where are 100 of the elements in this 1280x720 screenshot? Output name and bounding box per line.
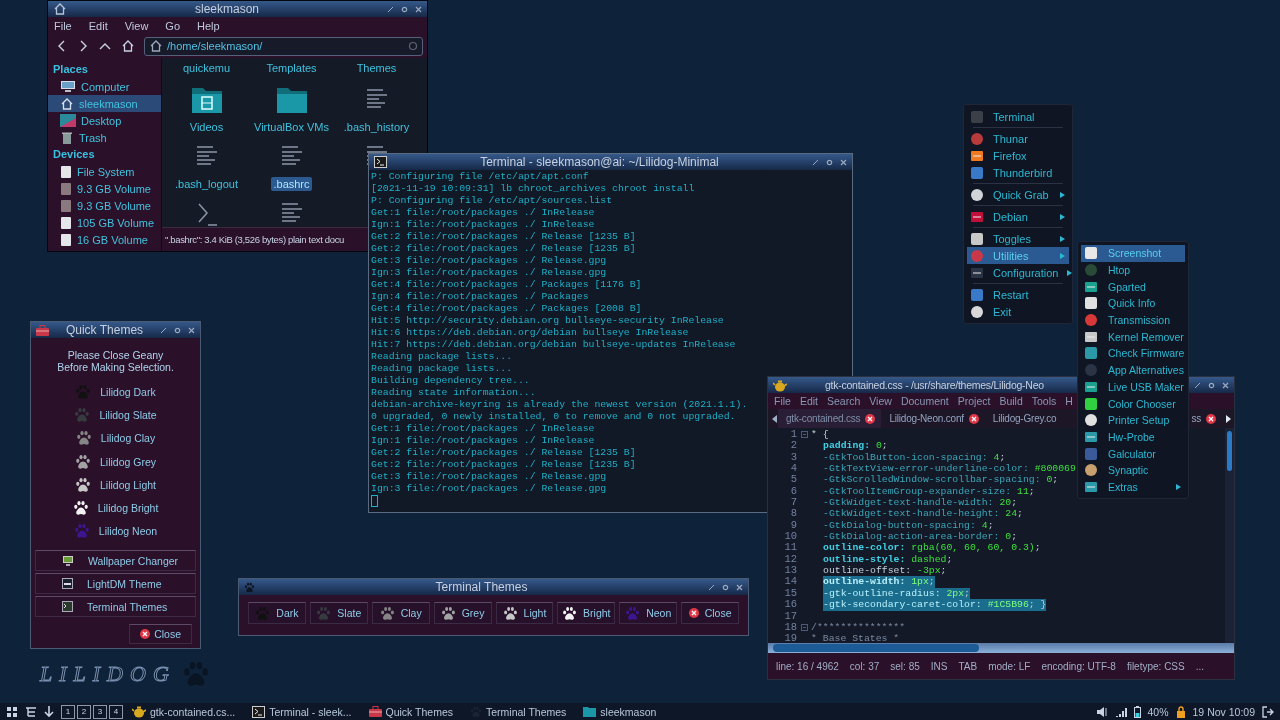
file-name[interactable]: .bash_logout <box>173 177 240 191</box>
file-name[interactable]: .bash_history <box>341 120 412 134</box>
menu-item[interactable]: Edit <box>88 19 108 32</box>
menu-item[interactable]: Utilities <box>967 247 1069 264</box>
tool-button[interactable]: Wallpaper Changer <box>35 550 196 572</box>
menu-item[interactable]: Transmission <box>1081 311 1185 329</box>
menu-item[interactable]: Synaptic <box>1081 461 1185 479</box>
menu-item[interactable]: Edit <box>799 395 818 407</box>
task-button[interactable]: gtk-contained.cs... <box>130 705 244 718</box>
menu-item[interactable]: Restart <box>967 286 1069 303</box>
menu-item[interactable]: Extras <box>1081 478 1185 496</box>
terminal-line: Get:2 file:/root/packages ./ Release [1235 B] <box>371 459 636 471</box>
theme-button[interactable]: Light <box>495 602 554 624</box>
menu-item[interactable]: File <box>774 395 791 407</box>
editor-tab[interactable]: Lilidog-Grey.co <box>984 409 1057 428</box>
clock-text[interactable]: 19 Nov 10:09 <box>1192 705 1255 718</box>
menu-item[interactable]: Quick Info <box>1081 295 1185 312</box>
menu-item[interactable]: Quick Grab <box>967 186 1069 203</box>
sidebar-item[interactable]: File System <box>48 163 161 180</box>
menu-item[interactable]: Thunderbird <box>967 164 1069 181</box>
task-button[interactable]: Quick Themes <box>366 705 461 718</box>
menu-item[interactable]: Printer Setup <box>1081 411 1185 429</box>
editor-tab[interactable]: ss <box>1191 409 1222 428</box>
theme-option[interactable]: Lilidog Bright <box>72 496 159 520</box>
menu-item[interactable]: Screenshot <box>1081 245 1185 262</box>
terminal-line: Get:4 file:/root/packages ./ Packages [2008 B] <box>371 303 642 315</box>
menu-item[interactable]: Debian <box>967 208 1069 225</box>
theme-option[interactable]: Lilidog Dark <box>75 380 156 404</box>
file-name[interactable]: Videos <box>187 120 226 134</box>
task-button[interactable]: Terminal - sleek... <box>250 705 360 718</box>
menu-item[interactable]: Build <box>999 395 1023 407</box>
editor-tab[interactable]: gtk-contained.css <box>778 409 882 428</box>
menu-item[interactable]: Go <box>165 19 181 32</box>
menu-item[interactable]: Search <box>827 395 861 407</box>
theme-option[interactable]: Lilidog Grey <box>75 449 156 474</box>
code-line: -GtkWidget-text-handle-height: 24; <box>823 508 1023 520</box>
menu-item[interactable]: Exit <box>967 303 1069 320</box>
sidebar-item[interactable]: Trash <box>48 129 161 146</box>
sidebar-item[interactable]: 9.3 GB Volume <box>48 180 161 197</box>
sidebar-item[interactable]: 16 GB Volume <box>48 231 161 248</box>
tool-button[interactable]: LightDM Theme <box>35 573 196 595</box>
menu-item[interactable]: Firefox <box>967 147 1069 164</box>
theme-button[interactable]: Clay <box>371 602 430 624</box>
file-name[interactable]: .bashrc <box>271 177 312 191</box>
menu-item[interactable]: H <box>1065 395 1073 407</box>
theme-option[interactable]: Lilidog Slate <box>74 403 157 427</box>
menu-item[interactable]: Project <box>957 395 991 407</box>
file-name[interactable]: Themes <box>354 61 399 75</box>
sidebar-item[interactable]: 105 GB Volume <box>48 214 161 231</box>
code-line: * { <box>811 429 829 441</box>
menu-item[interactable]: Color Chooser <box>1081 395 1185 412</box>
theme-button[interactable]: Neon <box>619 602 678 624</box>
workspace-button[interactable]: 3 <box>93 704 107 719</box>
menu-item[interactable]: Terminal <box>967 108 1069 125</box>
terminal-line: Hit:5 http://security.debian.org bullseye-security InRelease <box>371 315 724 327</box>
theme-button[interactable]: Dark <box>248 602 306 624</box>
line-number: 6 <box>789 485 797 498</box>
menu-item[interactable]: Document <box>900 395 949 407</box>
sidebar-item[interactable]: 9.3 GB Volume <box>48 197 161 214</box>
terminal-line: Get:3 file:/root/packages ./ Release.gpg <box>371 255 607 267</box>
file-name[interactable]: VirtualBox VMs <box>252 120 331 134</box>
theme-option[interactable]: Lilidog Clay <box>75 426 156 450</box>
theme-option[interactable]: Lilidog Light <box>74 473 156 497</box>
menu-item[interactable]: Htop <box>1081 261 1185 279</box>
menu-item[interactable]: Gparted <box>1081 278 1185 296</box>
close-button[interactable]: Close <box>681 602 739 624</box>
tool-button[interactable]: Terminal Themes <box>35 596 196 618</box>
sidebar-item[interactable]: Computer <box>48 78 161 95</box>
file-name[interactable]: quickemu <box>180 61 233 75</box>
address-field[interactable]: /home/sleekmason/ <box>144 36 423 56</box>
terminal-line: Get:1 file:/root/packages ./ InRelease <box>371 207 595 219</box>
menu-item[interactable]: Kernel Remover <box>1081 328 1185 346</box>
theme-option[interactable]: Lilidog Neon <box>73 519 158 544</box>
menu-item[interactable]: View <box>869 395 892 407</box>
menu-item[interactable]: App Alternatives <box>1081 361 1185 379</box>
sidebar-item[interactable]: sleekmason <box>48 95 161 112</box>
sidebar-item[interactable]: Desktop <box>48 112 161 129</box>
menu-item[interactable]: Configuration <box>967 264 1069 281</box>
file-name[interactable]: Templates <box>264 61 319 75</box>
menu-item[interactable]: Hw-Probe <box>1081 428 1185 446</box>
task-button[interactable]: Terminal Themes <box>468 705 575 718</box>
task-button[interactable]: sleekmason <box>581 705 665 718</box>
menu-item[interactable]: Tools <box>1031 395 1057 407</box>
menu-item[interactable]: Help <box>197 19 220 32</box>
menu-item[interactable]: Thunar <box>967 130 1069 147</box>
menu-item[interactable]: Live USB Maker <box>1081 378 1185 396</box>
line-number: 3 <box>789 451 797 464</box>
menu-item[interactable]: Galculator <box>1081 445 1185 462</box>
workspace-button[interactable]: 2 <box>77 704 91 719</box>
theme-button[interactable]: Slate <box>309 602 368 624</box>
workspace-button[interactable]: 4 <box>109 704 123 719</box>
menu-item[interactable]: Check Firmware <box>1081 345 1185 362</box>
theme-button[interactable]: Grey <box>433 602 492 624</box>
close-button[interactable]: Close <box>129 624 192 645</box>
theme-button[interactable]: Bright <box>557 602 616 624</box>
menu-item[interactable]: File <box>54 19 72 32</box>
menu-item[interactable]: Toggles <box>967 230 1069 247</box>
editor-tab[interactable]: Lilidog-Neon.conf <box>881 409 985 428</box>
workspace-button[interactable]: 1 <box>61 704 75 719</box>
menu-item[interactable]: View <box>124 19 149 32</box>
